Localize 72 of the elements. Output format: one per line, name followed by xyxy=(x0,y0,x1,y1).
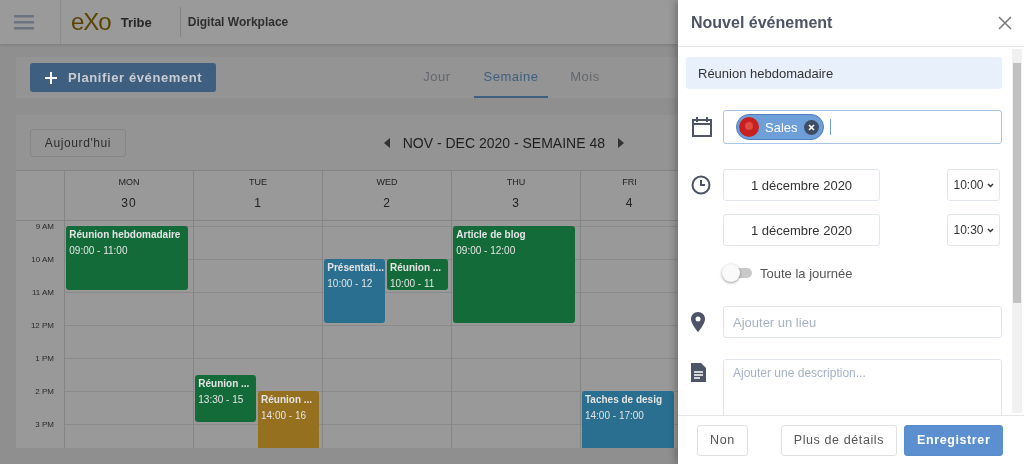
brand-name: Tribe xyxy=(120,14,152,30)
event-time: 09:00 - 12:00 xyxy=(456,245,517,257)
next-icon[interactable] xyxy=(617,137,625,148)
weekday-label: WED xyxy=(376,177,398,187)
event-time: 10:00 - 11 xyxy=(390,278,436,290)
calendar-event[interactable]: Réunion ... 14:00 - 16 xyxy=(258,391,319,448)
event-title: Réunion ... xyxy=(390,262,443,274)
calendar-chip[interactable]: Sales xyxy=(736,114,824,140)
location-field[interactable]: Ajouter un lieu xyxy=(723,306,1002,338)
event-title: Article de blog xyxy=(456,229,527,241)
hour-label: 12 PM xyxy=(30,321,54,330)
calendar-event[interactable]: Réunion ... 13:30 - 15 xyxy=(195,374,257,422)
hour-label: 10 AM xyxy=(31,255,54,264)
start-date-field[interactable]: 1 décembre 2020 xyxy=(723,169,880,201)
hour-label: 11 AM xyxy=(31,288,54,297)
end-time-select[interactable]: 10:30 xyxy=(947,214,1000,246)
save-button[interactable]: Enregistrer xyxy=(904,424,1004,456)
event-title: Réunion ... xyxy=(198,377,251,390)
calendar-event[interactable]: Réunion ... 10:00 - 11 xyxy=(387,259,448,290)
action-button[interactable]: Plus de détails xyxy=(780,424,898,456)
hour-label: 3 PM xyxy=(35,420,54,429)
event-title: Réunion hebdomadaire xyxy=(69,229,182,241)
logo[interactable]: eXo xyxy=(71,8,111,36)
calendar-event[interactable]: Article de blog 09:00 - 12:00 xyxy=(453,226,575,323)
day-number: 1 xyxy=(254,196,262,210)
avatar xyxy=(739,117,759,137)
weekday-label: MON xyxy=(118,177,140,187)
day-number: 2 xyxy=(383,196,391,210)
event-time: 14:00 - 16 xyxy=(261,410,308,422)
calendar-event[interactable]: Taches de desig 14:00 - 17:00 xyxy=(581,391,675,448)
chevron-icon xyxy=(986,227,994,233)
event-time: 14:00 - 17:00 xyxy=(584,410,645,422)
create-event-button[interactable]: Planifier événement xyxy=(30,63,217,92)
hour-label: 2 PM xyxy=(35,387,54,396)
event-time: 09:00 - 11:00 xyxy=(69,245,129,257)
action-button[interactable]: Non xyxy=(697,424,748,456)
calendar-event[interactable]: Réunion hebdomadaire 09:00 - 11:00 xyxy=(66,226,188,290)
day-number: 4 xyxy=(625,196,634,210)
event-title: Taches de desig xyxy=(584,394,664,406)
scrollbar[interactable] xyxy=(1012,49,1022,413)
event-time: 10:00 - 12 xyxy=(327,278,374,290)
today-button[interactable]: Aujourd'hui xyxy=(30,128,126,157)
site-title: Digital Workplace xyxy=(179,7,289,37)
all-day-toggle[interactable] xyxy=(722,264,752,282)
end-date-field[interactable]: 1 décembre 2020 xyxy=(723,214,880,246)
document-icon xyxy=(691,363,706,382)
description-field[interactable]: Ajouter une description... xyxy=(723,359,1002,415)
clock-icon xyxy=(691,175,711,195)
location-pin-icon xyxy=(691,312,705,332)
close-button[interactable] xyxy=(996,14,1014,32)
calendar-event[interactable]: Présentati... 10:00 - 12 xyxy=(324,259,386,323)
start-time-select[interactable]: 10:00 xyxy=(947,169,1000,201)
calendar-picker[interactable]: Sales xyxy=(723,110,1002,144)
chevron-icon xyxy=(986,182,994,188)
hour-label: 1 PM xyxy=(35,354,54,363)
previous-icon[interactable] xyxy=(382,137,391,148)
plus-icon xyxy=(44,70,58,85)
event-time: 13:30 - 15 xyxy=(198,393,245,406)
drawer-title: Nouvel événement xyxy=(691,14,833,32)
day-number: 30 xyxy=(121,196,137,210)
event-title: Présentati... xyxy=(327,262,383,274)
period-title: NOV - DEC 2020 - SEMAINE 48 xyxy=(402,134,605,151)
weekday-label: FRI xyxy=(622,177,637,187)
event-title-field[interactable]: Réunion hebdomadaire xyxy=(686,57,1002,89)
day-number: 3 xyxy=(512,196,520,210)
calendar-icon xyxy=(691,116,713,138)
all-day-label: Toute la journée xyxy=(760,265,853,281)
remove-icon[interactable] xyxy=(803,119,819,135)
event-title: Réunion ... xyxy=(261,394,314,406)
weekday-label: THU xyxy=(506,177,526,187)
hour-label: 9 AM xyxy=(35,222,54,231)
weekday-label: TUE xyxy=(249,177,267,187)
